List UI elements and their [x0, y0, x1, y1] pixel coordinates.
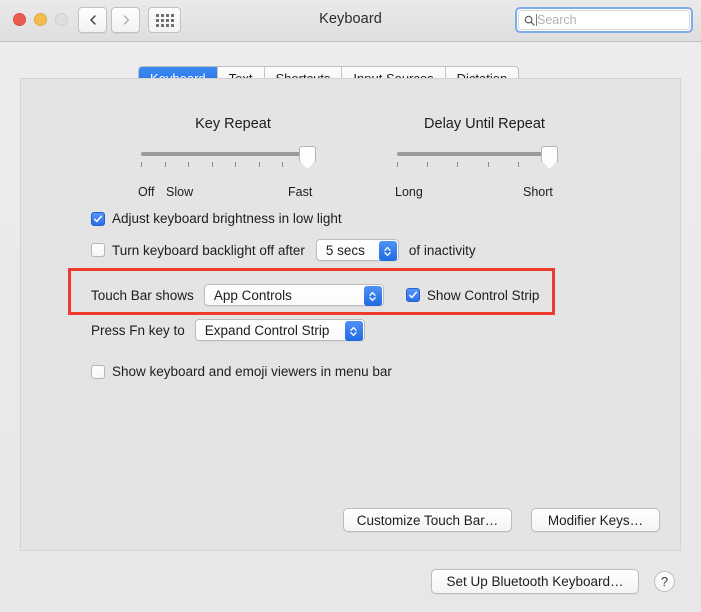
delay-repeat-slider[interactable] [397, 145, 572, 179]
adjust-brightness-checkbox[interactable] [91, 211, 105, 226]
checkmark-icon [408, 291, 417, 299]
adjust-brightness-label: Adjust keyboard brightness in low light [112, 211, 342, 226]
touch-bar-shows-row[interactable]: Touch Bar shows App Controls Show Contro… [91, 284, 539, 306]
backlight-off-row[interactable]: Turn keyboard backlight off after 5 secs… [91, 239, 476, 261]
customize-touch-bar-button[interactable]: Customize Touch Bar… [343, 508, 512, 532]
press-fn-key-label: Press Fn key to [91, 322, 185, 338]
key-repeat-ticks [141, 162, 307, 167]
key-repeat-label-slow: Slow [166, 185, 194, 199]
key-repeat-label-fast: Fast [288, 185, 313, 199]
backlight-delay-stepper[interactable]: 5 secs [315, 239, 399, 261]
delay-repeat-label-short: Short [523, 185, 553, 199]
modifier-keys-button[interactable]: Modifier Keys… [531, 508, 660, 532]
stepper-arrows-button[interactable] [378, 241, 397, 261]
press-fn-key-value: Expand Control Strip [204, 322, 330, 338]
search-container: Search [515, 7, 693, 33]
touch-bar-shows-label: Touch Bar shows [91, 287, 194, 303]
chevron-up-down-icon [369, 291, 377, 301]
key-repeat-track [141, 152, 307, 156]
backlight-off-checkbox[interactable] [91, 243, 105, 257]
delay-repeat-ticks [397, 162, 549, 167]
key-repeat-slider[interactable] [141, 145, 325, 179]
delay-repeat-title: Delay Until Repeat [424, 116, 545, 132]
key-repeat-thumb[interactable] [299, 146, 316, 162]
backlight-delay-value: 5 secs [325, 242, 365, 258]
delay-repeat-track [397, 152, 549, 156]
search-input[interactable]: Search [518, 10, 690, 30]
show-viewers-label: Show keyboard and emoji viewers in menu … [112, 364, 392, 379]
show-control-strip-label: Show Control Strip [426, 287, 540, 303]
press-fn-key-popup[interactable]: Expand Control Strip [194, 319, 365, 341]
checkmark-icon [93, 215, 103, 222]
press-fn-key-chevron-button[interactable] [344, 321, 363, 341]
touch-bar-shows-popup[interactable]: App Controls [203, 284, 384, 306]
chevron-up-down-icon [384, 246, 392, 256]
key-repeat-labels: Off Slow Fast [138, 185, 325, 203]
keyboard-preferences-window: Keyboard Search Keyboard Text Shortcuts … [0, 0, 701, 612]
delay-until-repeat-slider-group: Delay Until Repeat Long Short [395, 116, 572, 203]
chevron-up-down-icon [350, 326, 357, 336]
press-fn-key-row[interactable]: Press Fn key to Expand Control Strip [91, 319, 365, 341]
key-repeat-slider-group: Key Repeat Off Slow Fast [138, 116, 325, 203]
set-up-bluetooth-keyboard-button[interactable]: Set Up Bluetooth Keyboard… [431, 569, 639, 594]
search-placeholder: Search [537, 13, 577, 27]
help-button[interactable]: ? [654, 571, 675, 592]
show-viewers-checkbox[interactable] [91, 364, 105, 379]
adjust-brightness-row[interactable]: Adjust keyboard brightness in low light [91, 211, 342, 226]
delay-repeat-labels: Long Short [395, 185, 572, 203]
show-control-strip-checkbox[interactable] [405, 288, 420, 302]
touch-bar-shows-chevron-button[interactable] [363, 286, 382, 306]
delay-repeat-thumb[interactable] [541, 146, 558, 162]
search-icon [524, 15, 535, 26]
delay-repeat-label-long: Long [395, 185, 423, 199]
window-titlebar: Keyboard Search [0, 0, 701, 42]
backlight-off-suffix: of inactivity [408, 242, 476, 258]
backlight-off-label: Turn keyboard backlight off after [112, 242, 305, 258]
key-repeat-label-off: Off [138, 185, 155, 199]
show-viewers-row[interactable]: Show keyboard and emoji viewers in menu … [91, 364, 392, 379]
keyboard-settings-panel: Key Repeat Off Slow Fast Delay Until Rep… [20, 78, 681, 551]
touch-bar-shows-value: App Controls [213, 287, 292, 303]
key-repeat-title: Key Repeat [195, 116, 271, 132]
